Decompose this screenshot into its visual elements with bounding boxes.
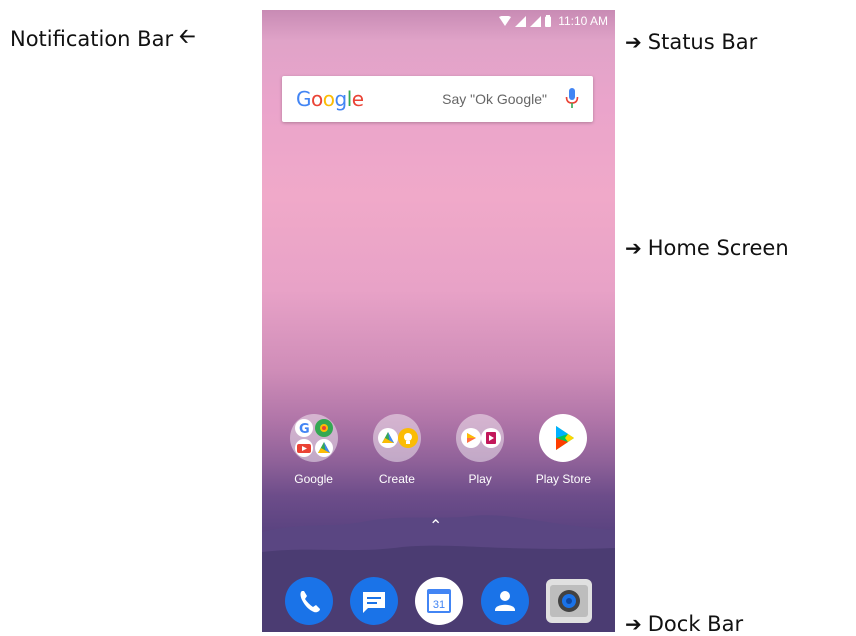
app-play-folder[interactable]: Play: [444, 414, 516, 486]
google-folder-icon: G: [289, 414, 338, 462]
search-hint: Say "Ok Google": [442, 91, 547, 107]
svg-text:G: G: [299, 422, 310, 437]
app-row: G Google Create Play Play Store: [262, 414, 615, 486]
status-time: 11:10 AM: [558, 14, 608, 28]
right-arrow-icon: ➔: [625, 30, 642, 54]
home-screen-annotation: ➔ Home Screen: [625, 236, 789, 260]
app-google-folder[interactable]: G Google: [278, 414, 350, 486]
app-label-google: Google: [294, 472, 333, 486]
phone-icon[interactable]: [284, 577, 333, 625]
notification-bar-annotation: Notification Bar 🡠: [10, 22, 195, 56]
play-folder-icon: [456, 414, 505, 462]
mic-icon[interactable]: [565, 88, 579, 110]
battery-icon: [545, 15, 552, 27]
google-logo: Google: [296, 87, 364, 111]
dock-bar-label: Dock Bar: [647, 612, 744, 636]
home-screen-label: Home Screen: [647, 236, 789, 260]
contacts-icon[interactable]: [480, 577, 529, 625]
calendar-date-text: 31: [433, 599, 445, 611]
camera-icon[interactable]: [546, 579, 593, 623]
left-arrow-icon: 🡠: [179, 24, 196, 48]
create-folder-icon: [372, 414, 421, 462]
phone-screen: 11:10 AM Google Say "Ok Google" G Google: [262, 10, 615, 632]
right-arrow-icon: ➔: [625, 236, 642, 260]
google-search-bar[interactable]: Google Say "Ok Google": [282, 76, 593, 122]
dock-bar: 31: [262, 570, 615, 632]
calendar-icon[interactable]: 31: [415, 577, 464, 625]
right-arrow-icon: ➔: [625, 612, 642, 636]
app-label-create: Create: [378, 472, 415, 486]
app-drawer-chevron-up-icon[interactable]: ⌃: [429, 516, 442, 536]
play-store-icon: [539, 414, 588, 462]
messages-icon[interactable]: [350, 577, 399, 625]
status-bar: 11:10 AM: [262, 10, 615, 32]
app-label-play-store: Play Store: [535, 472, 592, 486]
status-bar-label: Status Bar: [647, 30, 758, 54]
app-play-store[interactable]: Play Store: [527, 414, 599, 486]
signal-icon: [515, 15, 527, 27]
status-bar-annotation: ➔ Status Bar: [625, 30, 757, 54]
dock-bar-annotation: ➔ Dock Bar: [625, 612, 743, 636]
wifi-icon: [499, 16, 512, 26]
signal-icon: [530, 15, 542, 27]
notification-bar-label: Notification Bar: [10, 27, 174, 51]
app-label-play: Play: [468, 472, 492, 486]
app-create-folder[interactable]: Create: [361, 414, 433, 486]
